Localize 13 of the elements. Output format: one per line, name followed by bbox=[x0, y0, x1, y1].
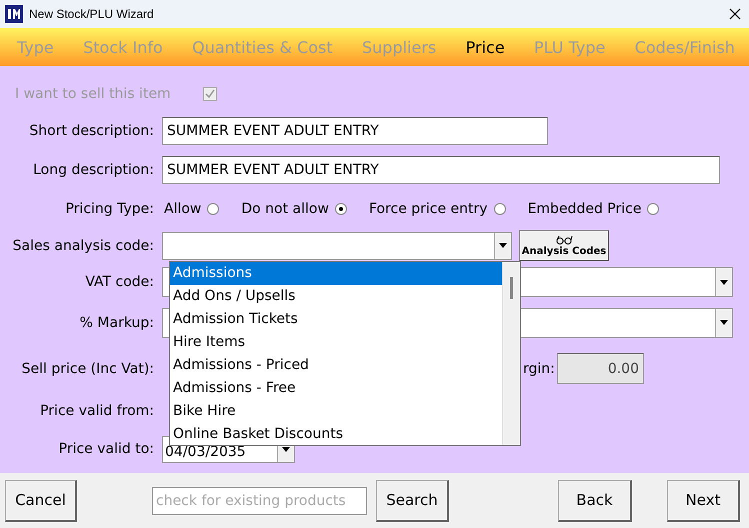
field-label: Long description: bbox=[32, 162, 155, 178]
field-label: rgin: bbox=[523, 360, 556, 376]
field-label: Sales analysis code: bbox=[12, 238, 155, 254]
field-label: VAT code: bbox=[84, 274, 155, 290]
field-label: Price valid from: bbox=[39, 403, 155, 419]
field-label: % Markup: bbox=[78, 314, 155, 330]
margin-field: 0.00 bbox=[557, 353, 644, 384]
field-label: Pricing Type: bbox=[64, 200, 155, 216]
field-label: Short description: bbox=[28, 122, 155, 138]
field-label: Price valid to: bbox=[58, 441, 155, 457]
sell-item-label: I want to sell this item bbox=[15, 86, 172, 102]
field-label: Sell price (Inc Vat): bbox=[20, 360, 155, 376]
window-title: New Stock/PLU Wizard bbox=[29, 7, 155, 21]
